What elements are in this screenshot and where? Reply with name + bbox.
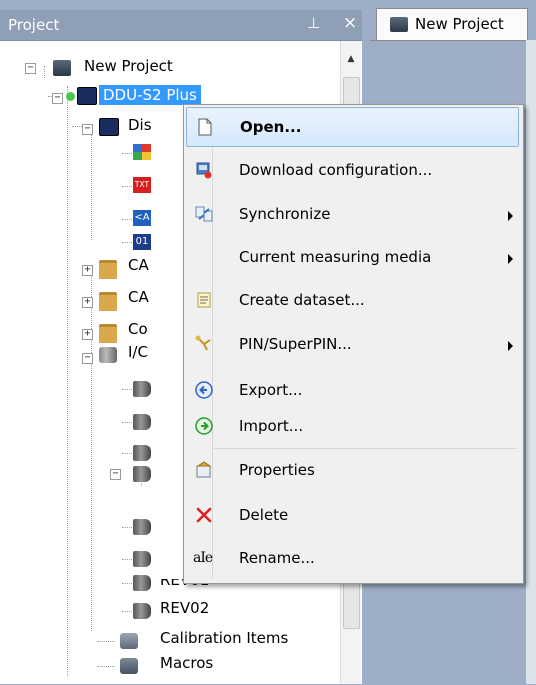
menu-item-rename[interactable]: aIe Rename... [186, 539, 519, 579]
submenu-arrow-icon [508, 254, 513, 264]
plug-icon [133, 551, 151, 567]
menu-label-create-dataset: Create dataset... [239, 291, 365, 309]
dataset-icon [197, 292, 211, 308]
pin-key-icon [195, 335, 211, 351]
variable-icon: <A [133, 210, 151, 226]
close-panel-icon[interactable]: × [343, 13, 357, 33]
panel-title: Project [8, 16, 60, 34]
menu-item-current-measuring-media[interactable]: Current measuring media [186, 238, 519, 278]
menu-item-pin-superpin[interactable]: PIN/SuperPIN... [186, 325, 519, 365]
menu-label-pin: PIN/SuperPIN... [239, 335, 352, 353]
plug-icon [133, 466, 151, 482]
menu-item-synchronize[interactable]: Synchronize [186, 195, 519, 235]
menu-label-export: Export... [239, 381, 303, 399]
macro-icon [120, 658, 138, 674]
expander-device[interactable]: − [52, 93, 63, 104]
export-arrow-icon [195, 381, 213, 399]
tree-node-folder-3[interactable]: Co [128, 320, 148, 338]
menu-label-rename: Rename... [239, 549, 315, 567]
plug-icon [133, 381, 151, 397]
scroll-up-icon[interactable]: ▲ [343, 49, 359, 69]
folder-icon [99, 260, 117, 279]
tree-node-folder-2[interactable]: CA [128, 288, 149, 306]
plug-icon [133, 603, 151, 619]
plug-icon [133, 414, 151, 430]
text-icon: TXT [133, 177, 151, 193]
display-device-icon [99, 118, 119, 136]
menu-item-create-dataset[interactable]: Create dataset... [186, 281, 519, 321]
expander-root[interactable]: − [25, 63, 36, 74]
open-document-icon [198, 118, 212, 136]
menu-label-synchronize: Synchronize [239, 205, 331, 223]
tree-node-device-selected[interactable]: DDU-S2 Plus [99, 85, 201, 105]
menu-label-delete: Delete [239, 506, 289, 524]
expander-folder-2[interactable]: + [82, 297, 93, 308]
submenu-arrow-icon [508, 211, 513, 221]
plug-icon [133, 445, 151, 461]
rename-icon: aIe [193, 550, 213, 566]
online-status-icon [66, 92, 75, 101]
pin-icon[interactable]: ⊥ [307, 14, 320, 32]
menu-item-properties[interactable]: Properties [186, 451, 519, 491]
io-icon [99, 347, 117, 363]
tree-node-rev02[interactable]: REV02 [160, 599, 209, 617]
menu-item-delete[interactable]: Delete [186, 496, 519, 536]
project-icon [390, 17, 408, 32]
plug-icon [133, 519, 151, 535]
device-icon [77, 87, 97, 105]
tree-node-io[interactable]: I/C [128, 343, 148, 361]
context-menu: Open... Download configuration... Synchr… [183, 104, 524, 584]
menu-label-open: Open... [240, 118, 302, 136]
project-panel-header: Project ⊥ × [0, 10, 370, 41]
bitmap-icon: 01 [133, 234, 151, 250]
document-side-strip [526, 40, 536, 684]
expander-io[interactable]: − [82, 353, 93, 364]
menu-item-download-configuration[interactable]: Download configuration... [186, 151, 519, 191]
menu-label-download: Download configuration... [239, 161, 433, 179]
properties-icon [196, 461, 212, 478]
menu-separator [214, 448, 517, 449]
tab-new-project[interactable]: New Project [376, 8, 528, 40]
menu-item-export[interactable]: Export... [186, 371, 519, 411]
dashboard-icon [133, 144, 151, 160]
plug-icon [133, 575, 151, 591]
folder-icon [99, 324, 117, 343]
menu-item-open[interactable]: Open... [186, 107, 519, 147]
menu-label-measuring-media: Current measuring media [239, 248, 432, 266]
menu-label-properties: Properties [239, 461, 315, 479]
download-icon [196, 162, 212, 179]
expander-folder-1[interactable]: + [82, 265, 93, 276]
submenu-arrow-icon [508, 341, 513, 351]
folder-icon [99, 292, 117, 311]
tree-node-macros[interactable]: Macros [160, 654, 213, 672]
project-icon [53, 60, 71, 76]
tree-node-display[interactable]: Dis [128, 116, 152, 134]
import-arrow-icon [195, 417, 213, 435]
expander-display[interactable]: − [82, 124, 93, 135]
synchronize-icon [195, 206, 213, 222]
tree-node-root[interactable]: New Project [84, 57, 173, 75]
menu-label-import: Import... [239, 417, 304, 435]
expander-folder-3[interactable]: + [82, 329, 93, 340]
expander-io-sub[interactable]: − [110, 469, 121, 480]
tree-node-calibration[interactable]: Calibration Items [160, 629, 288, 647]
delete-x-icon [196, 507, 212, 523]
tree-node-folder-1[interactable]: CA [128, 256, 149, 274]
tab-label: New Project [415, 15, 504, 33]
calibration-icon [120, 633, 138, 649]
menu-item-import[interactable]: Import... [186, 407, 519, 447]
